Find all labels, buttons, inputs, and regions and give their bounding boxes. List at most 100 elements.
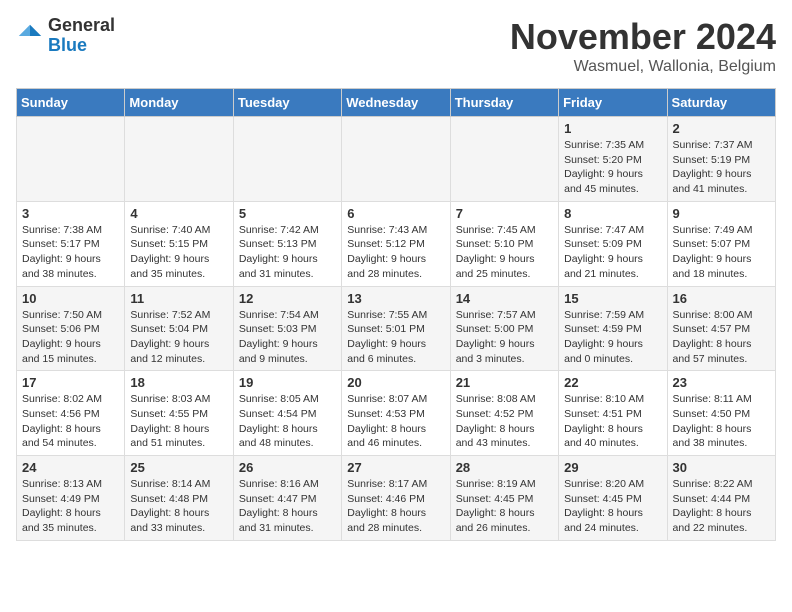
day-info: Sunrise: 8:02 AMSunset: 4:56 PMDaylight:… [22, 392, 119, 451]
calendar-week-4: 17 Sunrise: 8:02 AMSunset: 4:56 PMDayligh… [17, 371, 776, 456]
weekday-header-sunday: Sunday [17, 89, 125, 117]
day-number: 21 [456, 375, 553, 390]
day-number: 1 [564, 121, 661, 136]
day-number: 13 [347, 291, 444, 306]
title-area: November 2024 Wasmuel, Wallonia, Belgium [510, 16, 776, 76]
calendar-cell: 7 Sunrise: 7:45 AMSunset: 5:10 PMDaylight… [450, 201, 558, 286]
day-number: 2 [673, 121, 770, 136]
calendar-cell: 13 Sunrise: 7:55 AMSunset: 5:01 PMDayligh… [342, 286, 450, 371]
weekday-header-row: SundayMondayTuesdayWednesdayThursdayFrid… [17, 89, 776, 117]
day-info: Sunrise: 8:00 AMSunset: 4:57 PMDaylight:… [673, 308, 770, 367]
day-info: Sunrise: 8:05 AMSunset: 4:54 PMDaylight:… [239, 392, 336, 451]
day-number: 15 [564, 291, 661, 306]
day-number: 19 [239, 375, 336, 390]
calendar-cell: 21 Sunrise: 8:08 AMSunset: 4:52 PMDayligh… [450, 371, 558, 456]
day-info: Sunrise: 8:16 AMSunset: 4:47 PMDaylight:… [239, 477, 336, 536]
logo: General Blue [16, 16, 115, 56]
day-info: Sunrise: 8:08 AMSunset: 4:52 PMDaylight:… [456, 392, 553, 451]
day-number: 9 [673, 206, 770, 221]
day-number: 8 [564, 206, 661, 221]
day-info: Sunrise: 8:22 AMSunset: 4:44 PMDaylight:… [673, 477, 770, 536]
day-info: Sunrise: 7:54 AMSunset: 5:03 PMDaylight:… [239, 308, 336, 367]
day-info: Sunrise: 7:47 AMSunset: 5:09 PMDaylight:… [564, 223, 661, 282]
calendar-cell [450, 117, 558, 202]
day-number: 23 [673, 375, 770, 390]
day-number: 30 [673, 460, 770, 475]
location: Wasmuel, Wallonia, Belgium [510, 58, 776, 76]
day-number: 4 [130, 206, 227, 221]
weekday-header-wednesday: Wednesday [342, 89, 450, 117]
day-number: 18 [130, 375, 227, 390]
calendar-cell: 2 Sunrise: 7:37 AMSunset: 5:19 PMDaylight… [667, 117, 775, 202]
calendar-week-5: 24 Sunrise: 8:13 AMSunset: 4:49 PMDayligh… [17, 456, 776, 541]
day-info: Sunrise: 7:57 AMSunset: 5:00 PMDaylight:… [456, 308, 553, 367]
day-info: Sunrise: 7:42 AMSunset: 5:13 PMDaylight:… [239, 223, 336, 282]
day-info: Sunrise: 8:03 AMSunset: 4:55 PMDaylight:… [130, 392, 227, 451]
day-info: Sunrise: 7:37 AMSunset: 5:19 PMDaylight:… [673, 138, 770, 197]
day-number: 7 [456, 206, 553, 221]
calendar-cell: 5Sunrise: 7:42 AMSunset: 5:13 PMDaylight… [233, 201, 341, 286]
day-info: Sunrise: 7:59 AMSunset: 4:59 PMDaylight:… [564, 308, 661, 367]
day-info: Sunrise: 7:35 AMSunset: 5:20 PMDaylight:… [564, 138, 661, 197]
calendar-cell: 26 Sunrise: 8:16 AMSunset: 4:47 PMDayligh… [233, 456, 341, 541]
calendar-cell [125, 117, 233, 202]
calendar-cell: 28 Sunrise: 8:19 AMSunset: 4:45 PMDayligh… [450, 456, 558, 541]
day-info: Sunrise: 7:45 AMSunset: 5:10 PMDaylight:… [456, 223, 553, 282]
day-info: Sunrise: 8:10 AMSunset: 4:51 PMDaylight:… [564, 392, 661, 451]
day-info: Sunrise: 8:14 AMSunset: 4:48 PMDaylight:… [130, 477, 227, 536]
calendar-cell: 29Sunrise: 8:20 AMSunset: 4:45 PMDayligh… [559, 456, 667, 541]
weekday-header-tuesday: Tuesday [233, 89, 341, 117]
calendar-cell: 27Sunrise: 8:17 AMSunset: 4:46 PMDayligh… [342, 456, 450, 541]
calendar-week-1: 1 Sunrise: 7:35 AMSunset: 5:20 PMDaylight… [17, 117, 776, 202]
day-info: Sunrise: 8:19 AMSunset: 4:45 PMDaylight:… [456, 477, 553, 536]
day-info: Sunrise: 7:49 AMSunset: 5:07 PMDaylight:… [673, 223, 770, 282]
day-number: 17 [22, 375, 119, 390]
calendar-cell [17, 117, 125, 202]
calendar-cell: 16 Sunrise: 8:00 AMSunset: 4:57 PMDayligh… [667, 286, 775, 371]
calendar-cell: 8 Sunrise: 7:47 AMSunset: 5:09 PMDaylight… [559, 201, 667, 286]
page-header: General Blue November 2024 Wasmuel, Wall… [16, 16, 776, 76]
day-info: Sunrise: 7:52 AMSunset: 5:04 PMDaylight:… [130, 308, 227, 367]
weekday-header-saturday: Saturday [667, 89, 775, 117]
day-number: 11 [130, 291, 227, 306]
calendar-cell: 3 Sunrise: 7:38 AMSunset: 5:17 PMDaylight… [17, 201, 125, 286]
day-number: 24 [22, 460, 119, 475]
calendar-cell: 18 Sunrise: 8:03 AMSunset: 4:55 PMDayligh… [125, 371, 233, 456]
weekday-header-monday: Monday [125, 89, 233, 117]
day-info: Sunrise: 7:43 AMSunset: 5:12 PMDaylight:… [347, 223, 444, 282]
day-number: 28 [456, 460, 553, 475]
day-number: 12 [239, 291, 336, 306]
logo-icon [16, 22, 44, 50]
day-info: Sunrise: 7:50 AMSunset: 5:06 PMDaylight:… [22, 308, 119, 367]
logo-text: General Blue [48, 16, 115, 56]
day-info: Sunrise: 7:40 AMSunset: 5:15 PMDaylight:… [130, 223, 227, 282]
calendar-cell: 14 Sunrise: 7:57 AMSunset: 5:00 PMDayligh… [450, 286, 558, 371]
calendar-cell: 6Sunrise: 7:43 AMSunset: 5:12 PMDaylight… [342, 201, 450, 286]
day-number: 20 [347, 375, 444, 390]
logo-general: General [48, 15, 115, 35]
day-number: 26 [239, 460, 336, 475]
day-info: Sunrise: 8:11 AMSunset: 4:50 PMDaylight:… [673, 392, 770, 451]
calendar-cell: 1 Sunrise: 7:35 AMSunset: 5:20 PMDaylight… [559, 117, 667, 202]
calendar-cell: 15 Sunrise: 7:59 AMSunset: 4:59 PMDayligh… [559, 286, 667, 371]
calendar-table: SundayMondayTuesdayWednesdayThursdayFrid… [16, 88, 776, 541]
day-info: Sunrise: 7:38 AMSunset: 5:17 PMDaylight:… [22, 223, 119, 282]
day-info: Sunrise: 7:55 AMSunset: 5:01 PMDaylight:… [347, 308, 444, 367]
calendar-cell: 4 Sunrise: 7:40 AMSunset: 5:15 PMDaylight… [125, 201, 233, 286]
day-number: 22 [564, 375, 661, 390]
day-info: Sunrise: 8:20 AMSunset: 4:45 PMDaylight:… [564, 477, 661, 536]
day-number: 3 [22, 206, 119, 221]
day-number: 27 [347, 460, 444, 475]
day-number: 25 [130, 460, 227, 475]
calendar-cell: 11 Sunrise: 7:52 AMSunset: 5:04 PMDayligh… [125, 286, 233, 371]
calendar-cell: 20Sunrise: 8:07 AMSunset: 4:53 PMDayligh… [342, 371, 450, 456]
calendar-cell: 24 Sunrise: 8:13 AMSunset: 4:49 PMDayligh… [17, 456, 125, 541]
day-info: Sunrise: 8:13 AMSunset: 4:49 PMDaylight:… [22, 477, 119, 536]
calendar-cell: 30 Sunrise: 8:22 AMSunset: 4:44 PMDayligh… [667, 456, 775, 541]
calendar-cell: 12 Sunrise: 7:54 AMSunset: 5:03 PMDayligh… [233, 286, 341, 371]
calendar-cell: 9 Sunrise: 7:49 AMSunset: 5:07 PMDaylight… [667, 201, 775, 286]
calendar-cell: 25 Sunrise: 8:14 AMSunset: 4:48 PMDayligh… [125, 456, 233, 541]
day-number: 16 [673, 291, 770, 306]
day-number: 14 [456, 291, 553, 306]
calendar-cell [342, 117, 450, 202]
